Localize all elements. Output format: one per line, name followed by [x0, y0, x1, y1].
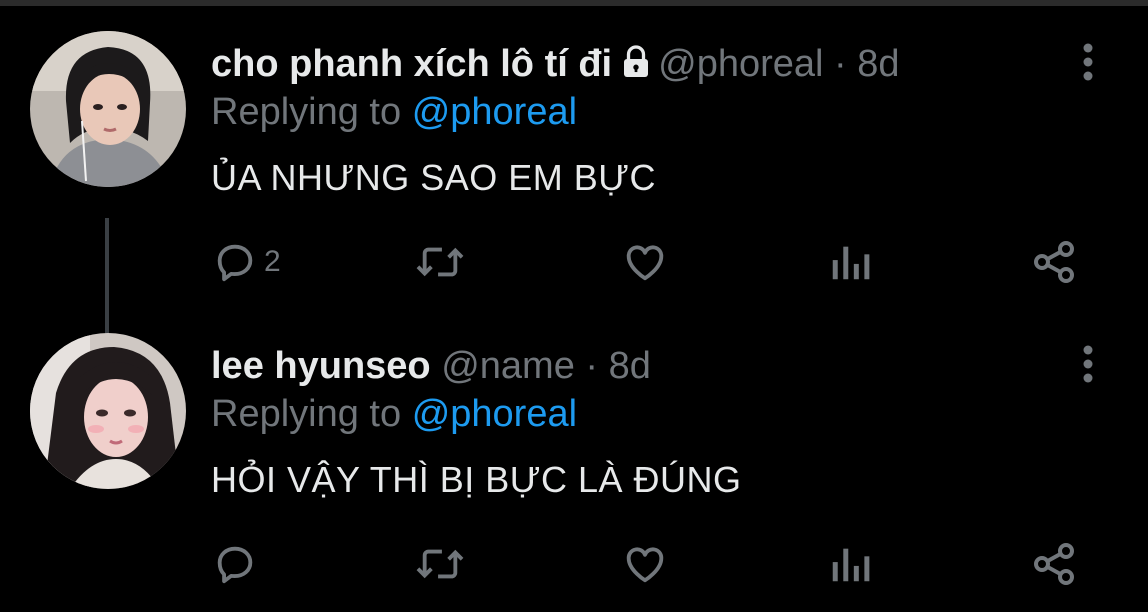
top-divider: [0, 0, 1148, 6]
more-options-icon[interactable]: [1076, 42, 1100, 82]
tweet-actions: [0, 538, 1148, 590]
share-button[interactable]: [1030, 236, 1078, 288]
replying-to-handle[interactable]: @phoreal: [412, 91, 577, 133]
retweet-button[interactable]: [414, 236, 466, 288]
avatar[interactable]: [30, 31, 186, 187]
reply-count: 2: [264, 245, 281, 278]
analytics-button[interactable]: [828, 538, 872, 590]
share-icon: [1030, 238, 1078, 286]
reply-button[interactable]: [212, 538, 264, 590]
share-icon: [1030, 540, 1078, 588]
like-icon: [622, 541, 668, 587]
reply-icon: [212, 541, 258, 587]
analytics-icon: [828, 541, 872, 587]
tweet-actions: 2: [0, 236, 1148, 288]
like-button[interactable]: [622, 236, 668, 288]
reply-icon: [212, 239, 258, 285]
user-handle[interactable]: @name: [441, 345, 575, 387]
display-name[interactable]: cho phanh xích lô tí đi: [211, 43, 612, 85]
like-icon: [622, 239, 668, 285]
user-handle[interactable]: @phoreal: [658, 43, 823, 85]
more-options-icon[interactable]: [1076, 344, 1100, 384]
tweet-header: lee hyunseo @name · 8d: [211, 342, 651, 390]
analytics-icon: [828, 239, 872, 285]
tweet-time[interactable]: 8d: [857, 43, 899, 85]
tweet-header: cho phanh xích lô tí đi @phoreal · 8d: [211, 40, 900, 88]
separator-dot: ·: [585, 345, 599, 387]
tweet-time[interactable]: 8d: [609, 345, 651, 387]
tweet-text: ỦA NHƯNG SAO EM BỰC: [211, 157, 657, 198]
replying-to-label: Replying to: [211, 393, 402, 435]
share-button[interactable]: [1030, 538, 1078, 590]
analytics-button[interactable]: [828, 236, 872, 288]
replying-to: Replying to @phoreal: [211, 88, 577, 136]
replying-to-label: Replying to: [211, 91, 402, 133]
like-button[interactable]: [622, 538, 668, 590]
retweet-icon: [414, 239, 466, 285]
tweet[interactable]: cho phanh xích lô tí đi @phoreal · 8d Rep…: [0, 28, 1148, 358]
tweet-text: HỎI VẬY THÌ BỊ BỰC LÀ ĐÚNG: [211, 459, 742, 500]
replying-to-handle[interactable]: @phoreal: [412, 393, 577, 435]
tweet[interactable]: lee hyunseo @name · 8d Replying to @phor…: [0, 330, 1148, 612]
avatar[interactable]: [30, 333, 186, 489]
retweet-icon: [414, 541, 466, 587]
separator-dot: ·: [834, 43, 847, 85]
display-name[interactable]: lee hyunseo: [211, 345, 431, 387]
reply-button[interactable]: 2: [212, 236, 281, 288]
replying-to: Replying to @phoreal: [211, 390, 577, 438]
retweet-button[interactable]: [414, 538, 466, 590]
lock-icon: [618, 44, 654, 92]
